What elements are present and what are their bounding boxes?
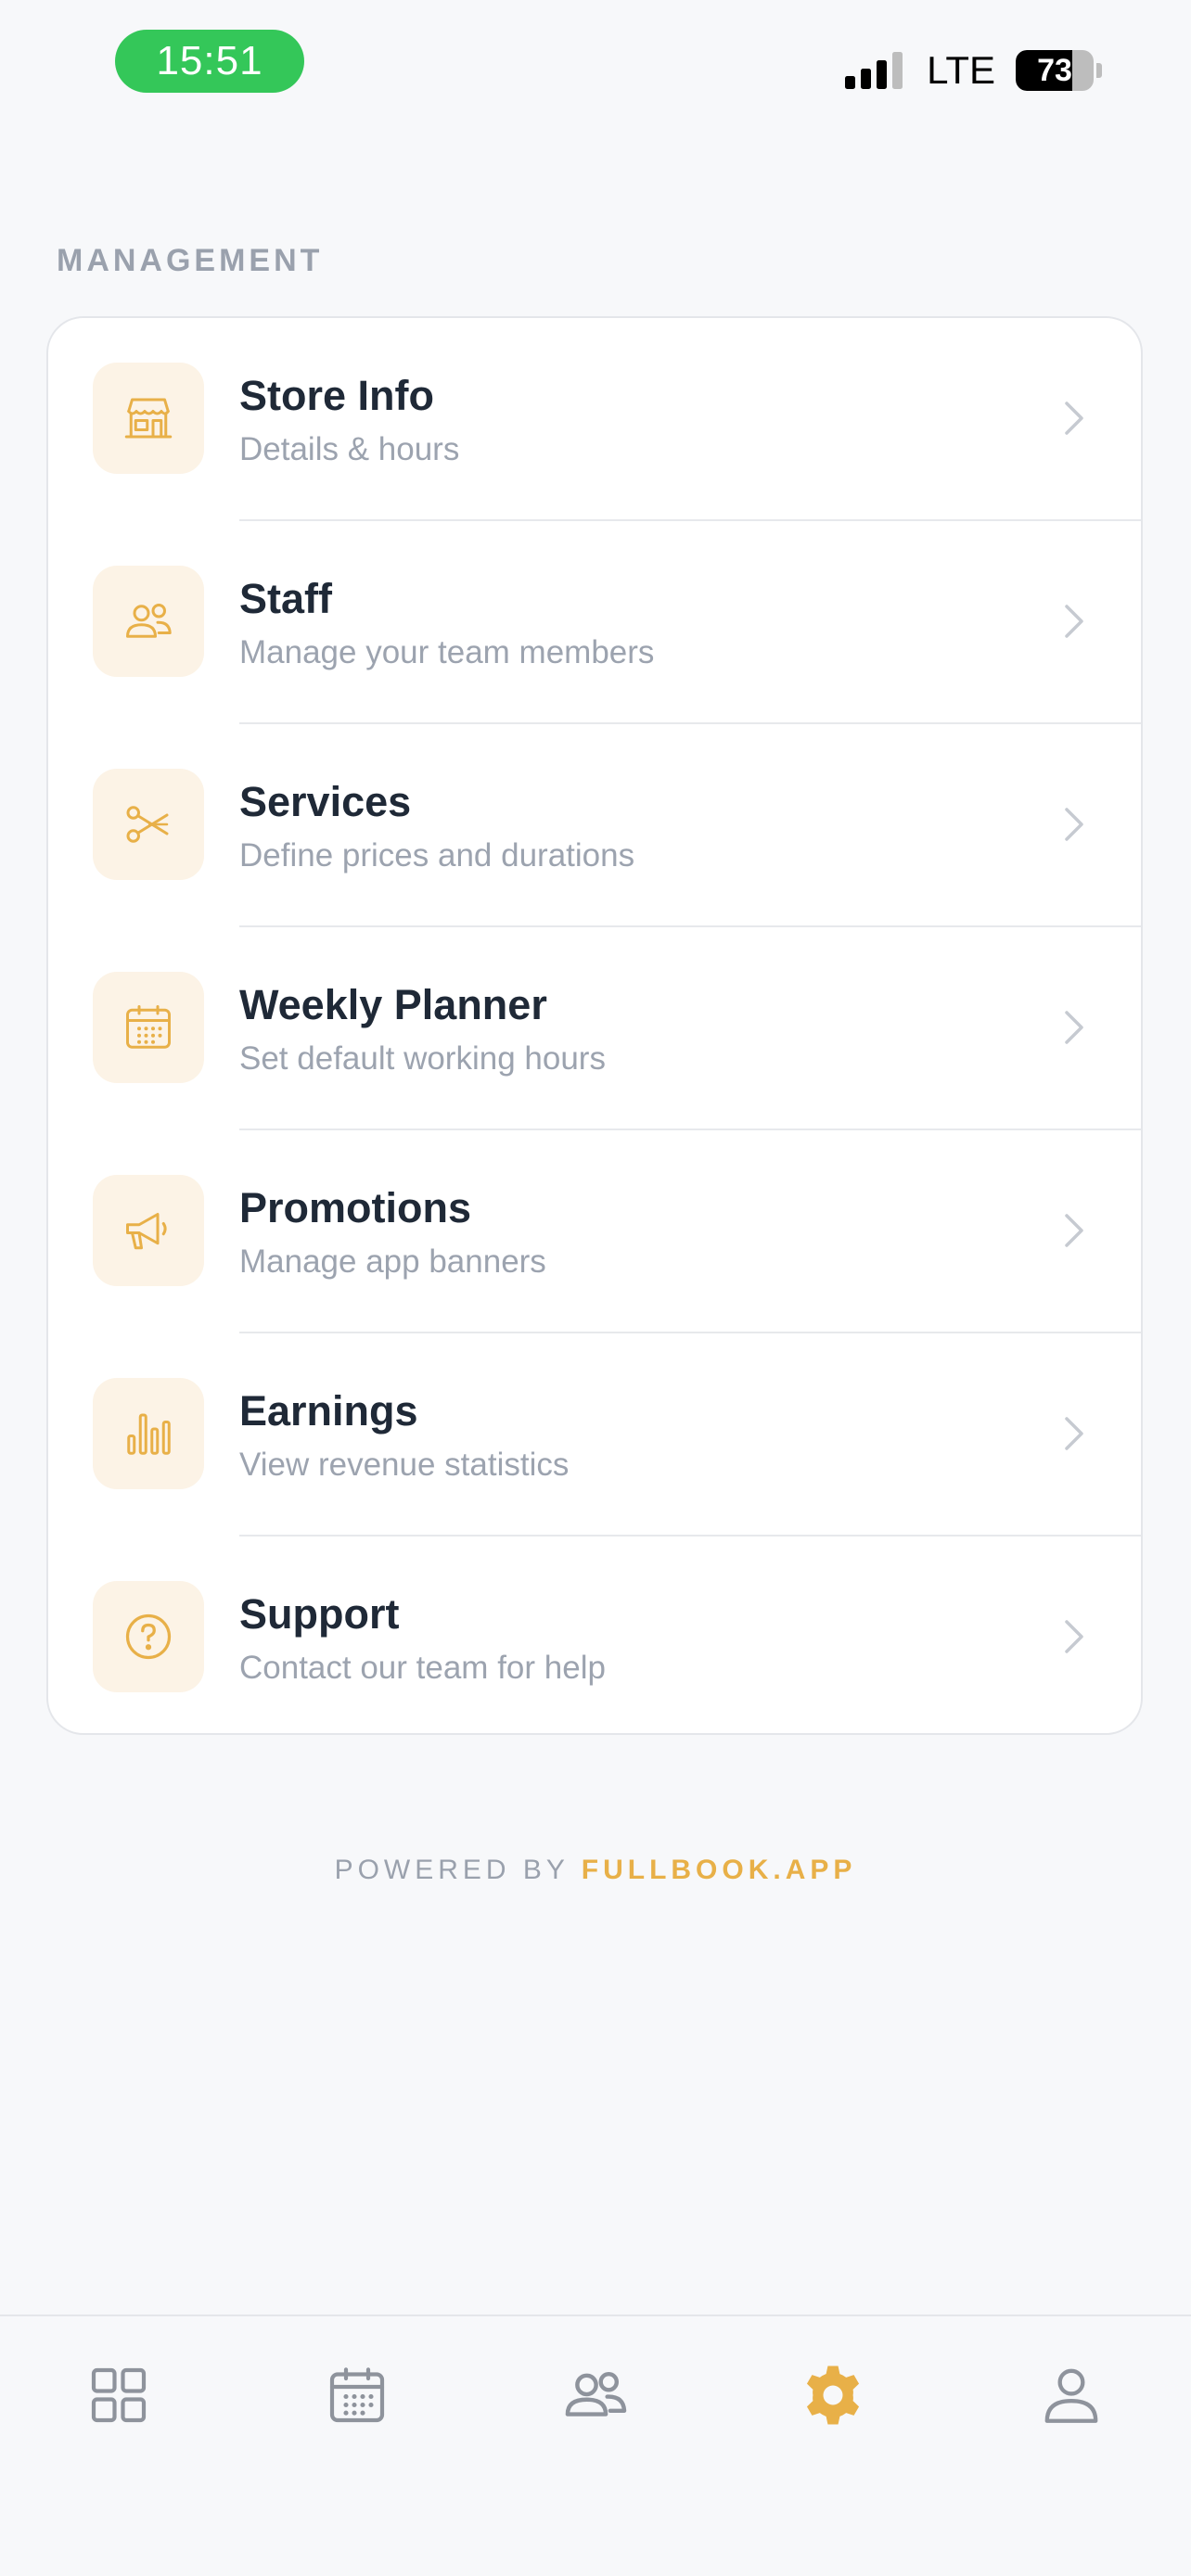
bar-chart-icon — [93, 1378, 204, 1489]
menu-item-title: Support — [239, 1590, 400, 1638]
calendar-icon — [324, 2362, 391, 2433]
menu-item-title: Staff — [239, 575, 332, 622]
profile-icon — [1037, 2361, 1106, 2434]
settings-screen: 15:51 LTE 73 MANAGEMENT Store Info Detai… — [0, 0, 1191, 2576]
status-time: 15:51 — [115, 30, 304, 93]
tab-staff[interactable] — [554, 2355, 637, 2439]
calendar-icon — [93, 972, 204, 1083]
menu-item-title: Earnings — [239, 1387, 418, 1435]
menu-item-subtitle: Manage app banners — [239, 1243, 546, 1280]
megaphone-icon — [93, 1175, 204, 1286]
menu-item-title: Services — [239, 778, 412, 825]
menu-item-title: Promotions — [239, 1184, 472, 1231]
help-circle-icon — [93, 1581, 204, 1692]
network-type: LTE — [927, 48, 995, 92]
menu-item-subtitle: Details & hours — [239, 431, 460, 467]
status-bar: 15:51 LTE 73 — [0, 0, 1191, 130]
battery-level: 73 — [1037, 52, 1072, 88]
status-indicators: LTE 73 — [845, 45, 1102, 96]
chevron-right-icon — [1063, 1616, 1085, 1662]
menu-item-support[interactable]: Support Contact our team for help — [48, 1537, 1141, 1733]
brand-link[interactable]: FULLBOOK.APP — [582, 1855, 857, 1885]
menu-item-staff[interactable]: Staff Manage your team members — [48, 521, 1141, 724]
tab-profile[interactable] — [1030, 2355, 1113, 2439]
menu-item-subtitle: Define prices and durations — [239, 837, 635, 874]
menu-item-subtitle: Set default working hours — [239, 1040, 606, 1077]
store-icon — [93, 363, 204, 474]
signal-strength-icon — [845, 52, 906, 89]
menu-item-subtitle: Manage your team members — [239, 634, 655, 670]
menu-item-title: Weekly Planner — [239, 981, 547, 1028]
chevron-right-icon — [1063, 1007, 1085, 1052]
menu-item-title: Store Info — [239, 372, 434, 419]
battery-icon: 73 — [1016, 50, 1102, 91]
menu-item-promotions[interactable]: Promotions Manage app banners — [48, 1130, 1141, 1333]
chevron-right-icon — [1063, 398, 1085, 443]
tab-settings[interactable] — [791, 2355, 875, 2439]
tab-dashboard[interactable] — [77, 2355, 160, 2439]
tab-calendar[interactable] — [315, 2355, 399, 2439]
powered-by-footer: POWERED BY FULLBOOK.APP — [0, 1855, 1191, 1886]
menu-item-subtitle: View revenue statistics — [239, 1447, 570, 1483]
menu-item-store-info[interactable]: Store Info Details & hours — [48, 318, 1141, 521]
menu-item-weekly-planner[interactable]: Weekly Planner Set default working hours — [48, 927, 1141, 1130]
menu-item-services[interactable]: Services Define prices and durations — [48, 724, 1141, 927]
chevron-right-icon — [1063, 1210, 1085, 1256]
section-title: MANAGEMENT — [57, 243, 324, 278]
dashboard-grid-icon — [85, 2362, 152, 2433]
powered-by-label: POWERED BY — [334, 1855, 582, 1885]
chevron-right-icon — [1063, 1413, 1085, 1459]
team-icon — [93, 566, 204, 677]
chevron-right-icon — [1063, 804, 1085, 849]
menu-item-subtitle: Contact our team for help — [239, 1650, 606, 1686]
bottom-tab-bar — [0, 2315, 1191, 2576]
settings-gear-icon — [799, 2361, 867, 2434]
scissors-icon — [93, 769, 204, 880]
users-icon — [560, 2360, 631, 2435]
management-menu: Store Info Details & hours Staff Manage … — [46, 316, 1143, 1735]
chevron-right-icon — [1063, 601, 1085, 646]
menu-item-earnings[interactable]: Earnings View revenue statistics — [48, 1333, 1141, 1537]
